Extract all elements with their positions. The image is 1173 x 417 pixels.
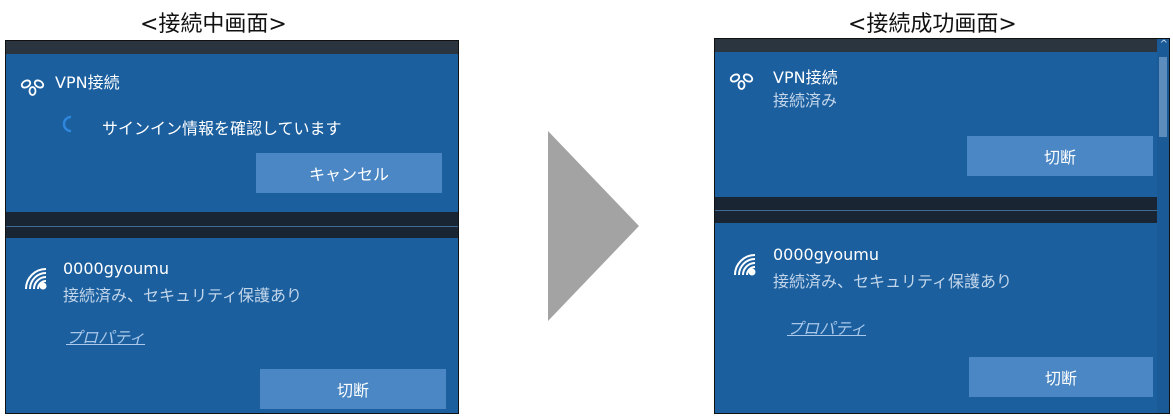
connecting-screen-panel: VPN接続 サインイン情報を確認しています キャンセル 0000gyoumu 接… (5, 40, 459, 414)
vpn-disconnect-button[interactable]: 切断 (967, 136, 1153, 176)
connected-screen-panel: VPN接続 接続済み 切断 0000gyoumu 接続済み、セキュリティ保護あり… (714, 38, 1170, 414)
top-strip (6, 41, 458, 54)
wifi-disconnect-button[interactable]: 切断 (969, 357, 1153, 397)
divider-line (6, 226, 458, 227)
scrollbar-thumb[interactable] (1159, 57, 1167, 137)
vpn-link-icon (20, 79, 45, 96)
section-divider (715, 197, 1169, 223)
scroll-up-icon[interactable]: ^ (1160, 39, 1168, 50)
vpn-status-text: 接続済み (773, 91, 838, 110)
wifi-status-text: 接続済み、セキュリティ保護あり (773, 272, 1013, 291)
scrollbar[interactable]: ^ (1157, 39, 1169, 413)
properties-link[interactable]: プロパティ (787, 315, 866, 339)
progress-spinner-icon (62, 115, 72, 133)
top-strip (715, 39, 1169, 52)
divider-line (715, 210, 1169, 211)
vpn-name: VPN接続 (773, 68, 838, 87)
wifi-ssid: 0000gyoumu (773, 245, 879, 264)
wifi-ssid: 0000gyoumu (63, 259, 169, 278)
wifi-secure-icon (734, 254, 756, 276)
right-caption: <接続成功画面> (848, 12, 1017, 37)
vpn-link-icon (729, 73, 754, 90)
wifi-status-text: 接続済み、セキュリティ保護あり (63, 286, 303, 305)
left-caption: <接続中画面> (140, 12, 287, 37)
transition-arrow (548, 131, 639, 321)
section-divider (6, 212, 458, 238)
disconnect-button[interactable]: 切断 (260, 369, 446, 409)
vpn-status-text: サインイン情報を確認しています (102, 119, 342, 138)
vpn-name: VPN接続 (55, 73, 120, 92)
properties-link[interactable]: プロパティ (66, 324, 145, 348)
cancel-button[interactable]: キャンセル (256, 153, 442, 193)
wifi-secure-icon (25, 268, 47, 290)
